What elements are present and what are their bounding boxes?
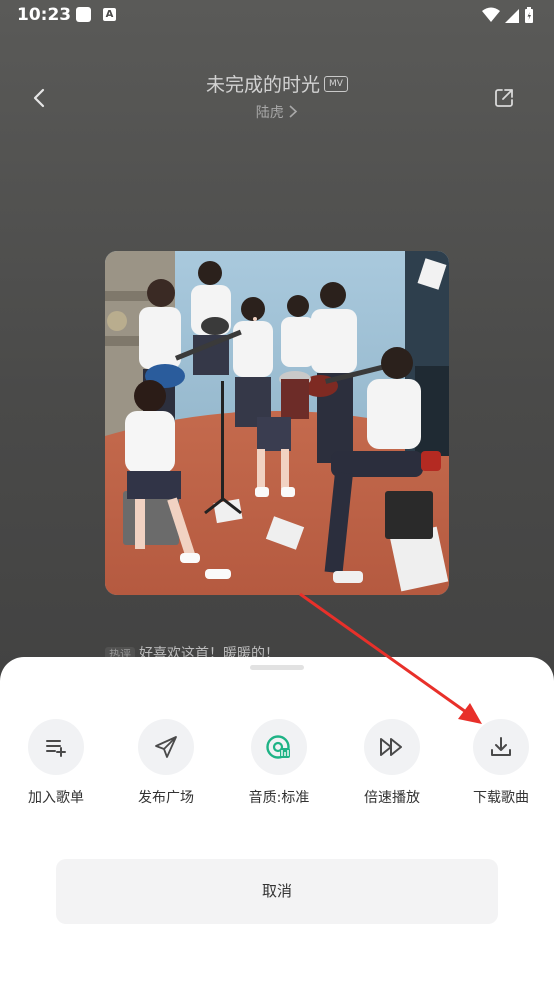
add-to-playlist-icon xyxy=(46,740,66,757)
chevron-right-icon xyxy=(289,105,298,118)
sound-quality-icon xyxy=(266,735,290,759)
playback-speed-button[interactable]: 倍速播放 xyxy=(347,719,437,807)
add-to-playlist-label: 加入歌单 xyxy=(28,790,84,806)
share-button[interactable] xyxy=(492,86,516,110)
publish-plaza-circle xyxy=(138,719,194,775)
cancel-button[interactable]: 取消 xyxy=(56,859,498,924)
artist-name: 陆虎 xyxy=(255,105,284,121)
player-screen: 10:23 A 未完成的时光 MV 陆虎 热评 好喜欢这首！暖暖的！ 加入歌单 … xyxy=(0,0,554,984)
sound-quality-circle xyxy=(251,719,307,775)
status-bar: 10:23 A xyxy=(0,0,554,32)
wifi-icon xyxy=(482,7,500,22)
share-icon xyxy=(495,89,513,107)
add-to-playlist-circle xyxy=(28,719,84,775)
status-time: 10:23 xyxy=(17,5,72,25)
send-icon xyxy=(155,736,177,758)
playback-speed-circle xyxy=(364,719,420,775)
playback-speed-label: 倍速播放 xyxy=(364,790,420,806)
album-cover[interactable] xyxy=(105,251,449,595)
action-sheet: 加入歌单 发布广场 音质:标准 倍速播放 下载歌曲 取消 xyxy=(0,657,554,984)
add-to-playlist-button[interactable]: 加入歌单 xyxy=(11,719,101,807)
artist-link[interactable]: 陆虎 xyxy=(0,102,554,122)
publish-plaza-label: 发布广场 xyxy=(138,790,194,806)
sound-quality-label: 音质:标准 xyxy=(248,790,310,806)
sheet-drag-handle[interactable] xyxy=(250,665,304,670)
fast-forward-icon xyxy=(380,738,402,756)
notification-square-icon xyxy=(76,7,91,22)
notification-letter-icon: A xyxy=(103,8,116,21)
download-song-button[interactable]: 下载歌曲 xyxy=(456,719,546,807)
download-song-label: 下载歌曲 xyxy=(473,790,529,806)
song-title-row: 未完成的时光 MV xyxy=(0,70,554,97)
song-title: 未完成的时光 xyxy=(206,74,321,96)
download-icon xyxy=(491,737,511,756)
signal-icon xyxy=(505,9,519,23)
system-status-icons xyxy=(480,6,540,30)
mv-badge[interactable]: MV xyxy=(324,75,348,92)
download-song-circle xyxy=(473,719,529,775)
publish-plaza-button[interactable]: 发布广场 xyxy=(121,719,211,807)
album-cover-art xyxy=(105,251,449,595)
battery-icon xyxy=(525,7,533,23)
sound-quality-button[interactable]: 音质:标准 xyxy=(234,719,324,807)
